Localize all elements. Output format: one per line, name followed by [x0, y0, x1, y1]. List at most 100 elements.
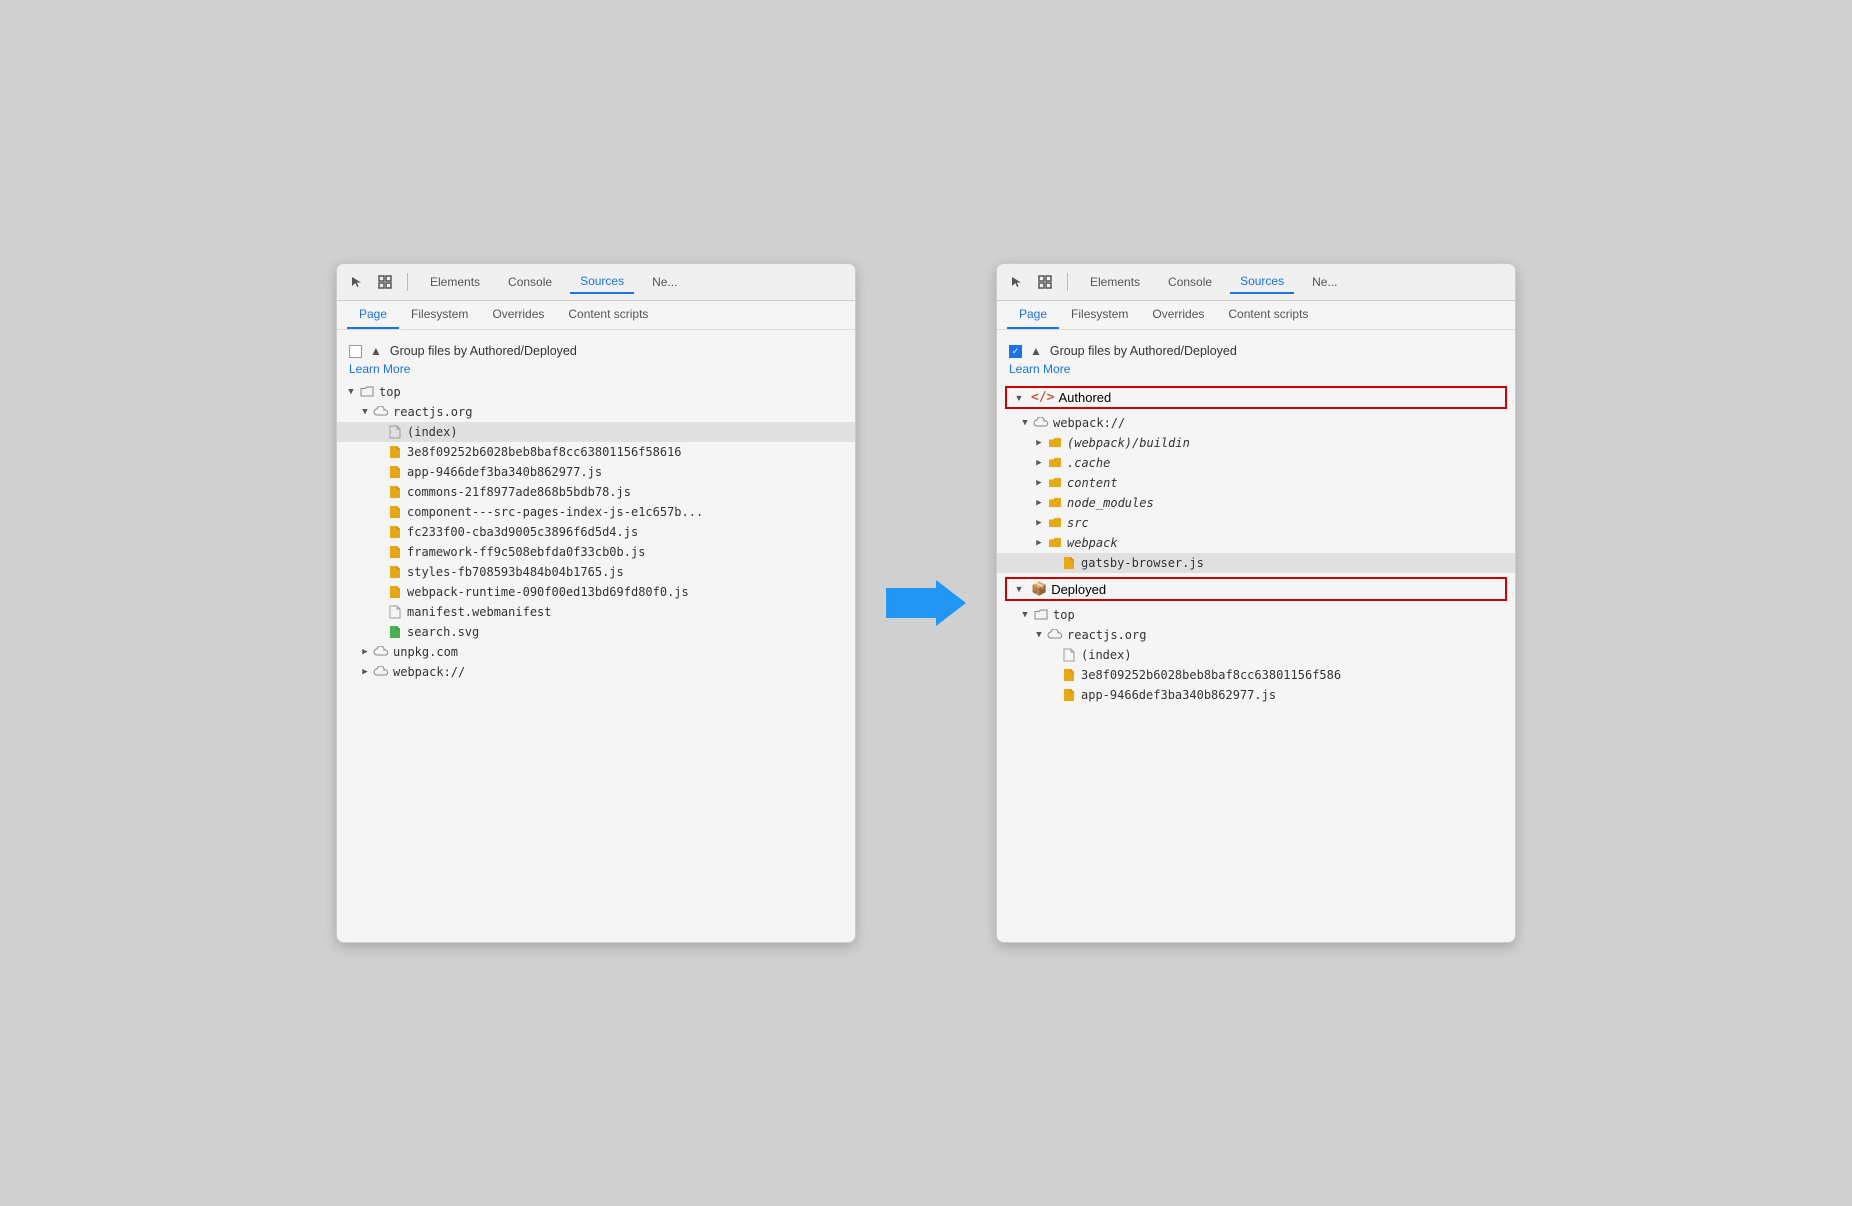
right-subtab-overrides[interactable]: Overrides [1140, 301, 1216, 329]
right-subtab-content-scripts[interactable]: Content scripts [1216, 301, 1320, 329]
right-sub-tabs: Page Filesystem Overrides Content script… [997, 301, 1515, 330]
node-label-file9: manifest.webmanifest [407, 605, 552, 619]
node-label-file6: framework-ff9c508ebfda0f33cb0b.js [407, 545, 645, 559]
tree-item-reactjs[interactable]: reactjs.org [337, 402, 855, 422]
tree-item-file9[interactable]: manifest.webmanifest [337, 602, 855, 622]
node-label-src: src [1067, 516, 1089, 530]
deployed-section-header: 📦 Deployed [1005, 577, 1507, 601]
right-toolbar-separator [1067, 273, 1068, 291]
node-icon-file10 [387, 624, 403, 640]
left-subtab-filesystem[interactable]: Filesystem [399, 301, 480, 329]
tree-item-top[interactable]: top [337, 382, 855, 402]
tree-item-src[interactable]: src [997, 513, 1515, 533]
right-tree-authored: webpack:// (webpack)/buildin.cachecontent… [997, 413, 1515, 573]
node-icon-file2 [387, 464, 403, 480]
node-icon-index [387, 424, 403, 440]
tree-item-content[interactable]: content [997, 473, 1515, 493]
tree-item-node_modules[interactable]: node_modules [997, 493, 1515, 513]
tree-item-file3[interactable]: commons-21f8977ade868b5bdb78.js [337, 482, 855, 502]
left-subtab-overrides[interactable]: Overrides [480, 301, 556, 329]
right-tab-sources[interactable]: Sources [1230, 270, 1294, 294]
deployed-label: Deployed [1051, 582, 1106, 597]
tree-arrow-unpkg [359, 646, 371, 658]
tree-item-file6[interactable]: framework-ff9c508ebfda0f33cb0b.js [337, 542, 855, 562]
node-icon-file4 [387, 504, 403, 520]
right-tab-network[interactable]: Ne... [1302, 271, 1347, 293]
left-learn-more-link[interactable]: Learn More [337, 362, 855, 382]
authored-arrow[interactable] [1013, 392, 1025, 404]
tree-item-file7[interactable]: styles-fb708593b484b04b1765.js [337, 562, 855, 582]
node-label-file1: 3e8f09252b6028beb8baf8cc63801156f58616 [407, 445, 682, 459]
deployed-arrow[interactable] [1013, 583, 1025, 595]
left-subtab-content-scripts[interactable]: Content scripts [556, 301, 660, 329]
node-label-file3: commons-21f8977ade868b5bdb78.js [407, 485, 631, 499]
node-label-dfile1: 3e8f09252b6028beb8baf8cc63801156f586 [1081, 668, 1341, 682]
right-cursor-icon[interactable] [1007, 272, 1027, 292]
node-icon-webpack_url [1033, 415, 1049, 431]
tree-item-index[interactable]: (index) [337, 422, 855, 442]
node-label-file7: styles-fb708593b484b04b1765.js [407, 565, 624, 579]
tree-item-dfile1[interactable]: 3e8f09252b6028beb8baf8cc63801156f586 [997, 665, 1515, 685]
tree-item-unpkg[interactable]: unpkg.com [337, 642, 855, 662]
tree-item-file4[interactable]: component---src-pages-index-js-e1c657b..… [337, 502, 855, 522]
node-label-top2: top [1053, 608, 1075, 622]
tree-item-gatsby[interactable]: gatsby-browser.js [997, 553, 1515, 573]
node-label-webpack: webpack:// [393, 665, 465, 679]
tree-arrow-src [1033, 517, 1045, 529]
tab-network[interactable]: Ne... [642, 271, 687, 293]
tree-item-reactjs2[interactable]: reactjs.org [997, 625, 1515, 645]
tree-item-index2[interactable]: (index) [997, 645, 1515, 665]
funnel-icon: ▲ [370, 344, 382, 358]
tab-sources[interactable]: Sources [570, 270, 634, 294]
main-container: Elements Console Sources Ne... Page File… [336, 263, 1516, 943]
tree-arrow-webpack_url [1019, 417, 1031, 429]
authored-label: Authored [1058, 390, 1111, 405]
right-learn-more-link[interactable]: Learn More [997, 362, 1515, 382]
node-label-gatsby: gatsby-browser.js [1081, 556, 1204, 570]
tree-item-cache[interactable]: .cache [997, 453, 1515, 473]
right-tab-console[interactable]: Console [1158, 271, 1222, 293]
node-label-webpack2: webpack [1067, 536, 1118, 550]
node-icon-file9 [387, 604, 403, 620]
right-devtools-panel: Elements Console Sources Ne... Page File… [996, 263, 1516, 943]
left-sub-tabs: Page Filesystem Overrides Content script… [337, 301, 855, 330]
tab-console[interactable]: Console [498, 271, 562, 293]
node-icon-file6 [387, 544, 403, 560]
authored-section-header: </> Authored [1005, 386, 1507, 409]
node-icon-content [1047, 475, 1063, 491]
tree-item-webpack2[interactable]: webpack [997, 533, 1515, 553]
tree-item-file10[interactable]: search.svg [337, 622, 855, 642]
left-subtab-page[interactable]: Page [347, 301, 399, 329]
tree-item-top2[interactable]: top [997, 605, 1515, 625]
inspect-icon[interactable] [375, 272, 395, 292]
tree-item-file8[interactable]: webpack-runtime-090f00ed13bd69fd80f0.js [337, 582, 855, 602]
node-label-reactjs2: reactjs.org [1067, 628, 1146, 642]
right-inspect-icon[interactable] [1035, 272, 1055, 292]
right-subtab-page[interactable]: Page [1007, 301, 1059, 329]
tree-arrow-node_modules [1033, 497, 1045, 509]
right-subtab-filesystem[interactable]: Filesystem [1059, 301, 1140, 329]
node-icon-webpack2 [1047, 535, 1063, 551]
tree-arrow-cache [1033, 457, 1045, 469]
tree-item-file2[interactable]: app-9466def3ba340b862977.js [337, 462, 855, 482]
left-group-checkbox[interactable] [349, 345, 362, 358]
node-icon-file7 [387, 564, 403, 580]
tree-item-webpack_buildin[interactable]: (webpack)/buildin [997, 433, 1515, 453]
right-group-checkbox[interactable] [1009, 345, 1022, 358]
node-label-webpack_url: webpack:// [1053, 416, 1125, 430]
tree-item-dfile2[interactable]: app-9466def3ba340b862977.js [997, 685, 1515, 705]
cursor-icon[interactable] [347, 272, 367, 292]
right-panel-content: ▲ Group files by Authored/Deployed Learn… [997, 330, 1515, 715]
node-icon-unpkg [373, 644, 389, 660]
tab-elements[interactable]: Elements [420, 271, 490, 293]
node-icon-index2 [1061, 647, 1077, 663]
tree-item-file5[interactable]: fc233f00-cba3d9005c3896f6d5d4.js [337, 522, 855, 542]
node-label-node_modules: node_modules [1067, 496, 1154, 510]
arrow-connector [886, 578, 966, 628]
node-icon-file3 [387, 484, 403, 500]
node-icon-top [359, 384, 375, 400]
tree-item-webpack_url[interactable]: webpack:// [997, 413, 1515, 433]
right-tab-elements[interactable]: Elements [1080, 271, 1150, 293]
tree-item-webpack[interactable]: webpack:// [337, 662, 855, 682]
tree-item-file1[interactable]: 3e8f09252b6028beb8baf8cc63801156f58616 [337, 442, 855, 462]
